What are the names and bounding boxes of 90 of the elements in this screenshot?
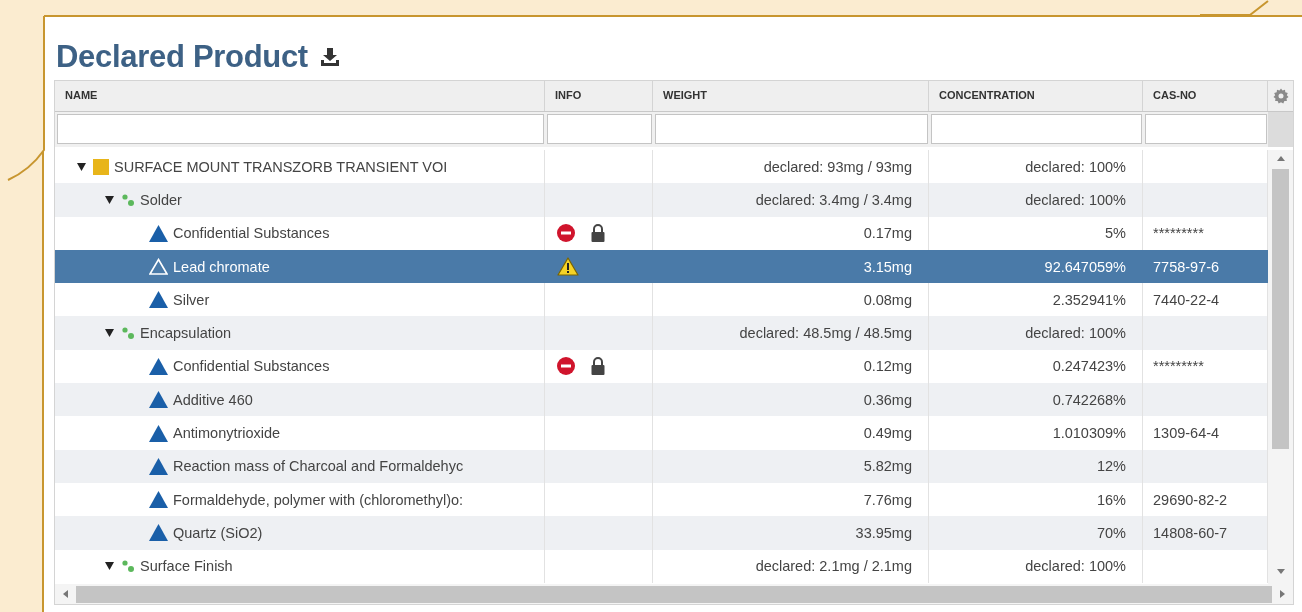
collapse-icon[interactable] <box>105 195 114 204</box>
weight-value: declared: 3.4mg / 3.4mg <box>755 191 912 208</box>
weight-value: 0.12mg <box>863 358 912 375</box>
node-name: Lead chromate <box>173 258 270 275</box>
cas-number: 14808-60-7 <box>1153 524 1228 541</box>
cas-number: ********* <box>1153 358 1204 375</box>
cas-number: 1309-64-4 <box>1153 425 1220 441</box>
node-name: Confidential Substances <box>173 225 330 242</box>
weight-value: 3.15mg <box>863 258 912 275</box>
page-title: Declared Product <box>56 39 308 75</box>
triangle-icon <box>149 524 168 542</box>
column-header[interactable]: WEIGHT <box>653 81 929 111</box>
collapse-icon[interactable] <box>105 329 114 338</box>
table-row[interactable]: Additive 460 0.36mg 0.742268% <box>55 383 1268 417</box>
node-name: Formaldehyde, polymer with (chloromethyl)o: <box>173 491 464 508</box>
cas-number: 7758-97-6 <box>1153 258 1220 275</box>
node-name: Additive 460 <box>173 391 253 408</box>
weight-value: 0.36mg <box>863 391 912 408</box>
weight-value: 7.76mg <box>863 491 912 508</box>
scroll-left-icon[interactable] <box>63 590 68 598</box>
scroll-down-icon[interactable] <box>1276 569 1285 574</box>
node-name: Encapsulation <box>140 325 232 342</box>
collapse-icon[interactable] <box>77 162 86 171</box>
column-header[interactable]: CAS-NO <box>1143 81 1268 111</box>
vertical-scrollbar[interactable] <box>1268 150 1293 584</box>
concentration-value: declared: 100% <box>1025 325 1126 342</box>
concentration-value: declared: 100% <box>1025 191 1126 208</box>
concentration-value: 16% <box>1096 491 1126 508</box>
triangle-icon <box>149 224 168 242</box>
dots-icon <box>121 326 135 341</box>
table-row[interactable]: Confidential Substances 0.17mg 5% ********* <box>55 216 1268 250</box>
weight-value: 0.17mg <box>863 225 912 242</box>
node-name: Quartz (SiO2) <box>173 524 263 541</box>
cas-number: 29690-82-2 <box>1153 491 1228 508</box>
column-header[interactable]: NAME <box>55 81 545 111</box>
square-icon <box>93 158 109 175</box>
table-row[interactable]: Antimonytrioxide 0.49mg 1.010309% 1309-64-4 <box>55 416 1268 450</box>
dots-icon <box>121 559 135 574</box>
download-icon[interactable] <box>319 47 340 67</box>
weight-value: 0.49mg <box>863 425 912 441</box>
filter-field[interactable] <box>547 114 652 144</box>
table-row[interactable]: Quartz (SiO2) 33.95mg 70% 14808-60-7 <box>55 516 1268 550</box>
node-name: Antimonytrioxide <box>173 425 281 441</box>
triangle-icon <box>149 291 168 309</box>
triangle-icon <box>149 424 168 442</box>
column-header[interactable]: CONCENTRATION <box>929 81 1143 111</box>
concentration-value: declared: 100% <box>1025 158 1126 175</box>
filter-field[interactable] <box>57 114 544 144</box>
dots-icon <box>121 192 135 207</box>
scroll-up-icon[interactable] <box>1276 156 1285 161</box>
node-name: SURFACE MOUNT TRANSZORB TRANSIENT VOI <box>114 158 448 175</box>
concentration-value: 0.247423% <box>1052 358 1126 375</box>
horizontal-scrollbar[interactable] <box>55 584 1293 604</box>
table-row[interactable]: Lead chromate 3.15mg 92.647059% 7758-97-6 <box>55 249 1268 284</box>
weight-value: declared: 2.1mg / 2.1mg <box>755 558 912 575</box>
concentration-value: 70% <box>1096 524 1126 541</box>
concentration-value: 0.742268% <box>1052 391 1126 408</box>
triangle-icon <box>149 457 168 475</box>
weight-value: 5.82mg <box>863 458 912 475</box>
table-row[interactable]: Encapsulation declared: 48.5mg / 48.5mg declared: 100% <box>55 316 1268 350</box>
triangle-icon <box>149 391 168 409</box>
weight-value: declared: 48.5mg / 48.5mg <box>739 325 912 342</box>
scroll-right-icon[interactable] <box>1280 590 1285 598</box>
node-name: Silver <box>173 291 210 308</box>
node-name: Surface Finish <box>140 558 233 575</box>
triangle-icon <box>149 258 168 276</box>
weight-value: 33.95mg <box>855 524 912 541</box>
triangle-icon <box>149 491 168 509</box>
cas-number: 7440-22-4 <box>1153 291 1220 308</box>
weight-value: 0.08mg <box>863 291 912 308</box>
concentration-value: 92.647059% <box>1044 258 1126 275</box>
table-row[interactable]: Solder declared: 3.4mg / 3.4mg declared: 100% <box>55 183 1268 217</box>
filter-field[interactable] <box>655 114 928 144</box>
cas-number: ********* <box>1153 225 1204 242</box>
node-name: Reaction mass of Charcoal and Formaldehyc <box>173 458 464 475</box>
collapse-icon[interactable] <box>105 562 114 571</box>
filter-field[interactable] <box>931 114 1142 144</box>
concentration-value: 5% <box>1105 225 1126 242</box>
node-name: Solder <box>140 191 182 208</box>
table-row[interactable]: Reaction mass of Charcoal and Formaldehyc 5.82mg 12% <box>55 449 1268 483</box>
concentration-value: 2.352941% <box>1052 291 1126 308</box>
concentration-value: 12% <box>1096 458 1126 475</box>
settings-icon[interactable] <box>1272 88 1289 104</box>
triangle-icon <box>149 357 168 375</box>
concentration-value: declared: 100% <box>1025 558 1126 575</box>
node-name: Confidential Substances <box>173 358 330 375</box>
filter-field[interactable] <box>1145 114 1267 144</box>
concentration-value: 1.010309% <box>1052 425 1126 441</box>
weight-value: declared: 93mg / 93mg <box>763 158 912 175</box>
column-header[interactable]: INFO <box>545 81 653 111</box>
